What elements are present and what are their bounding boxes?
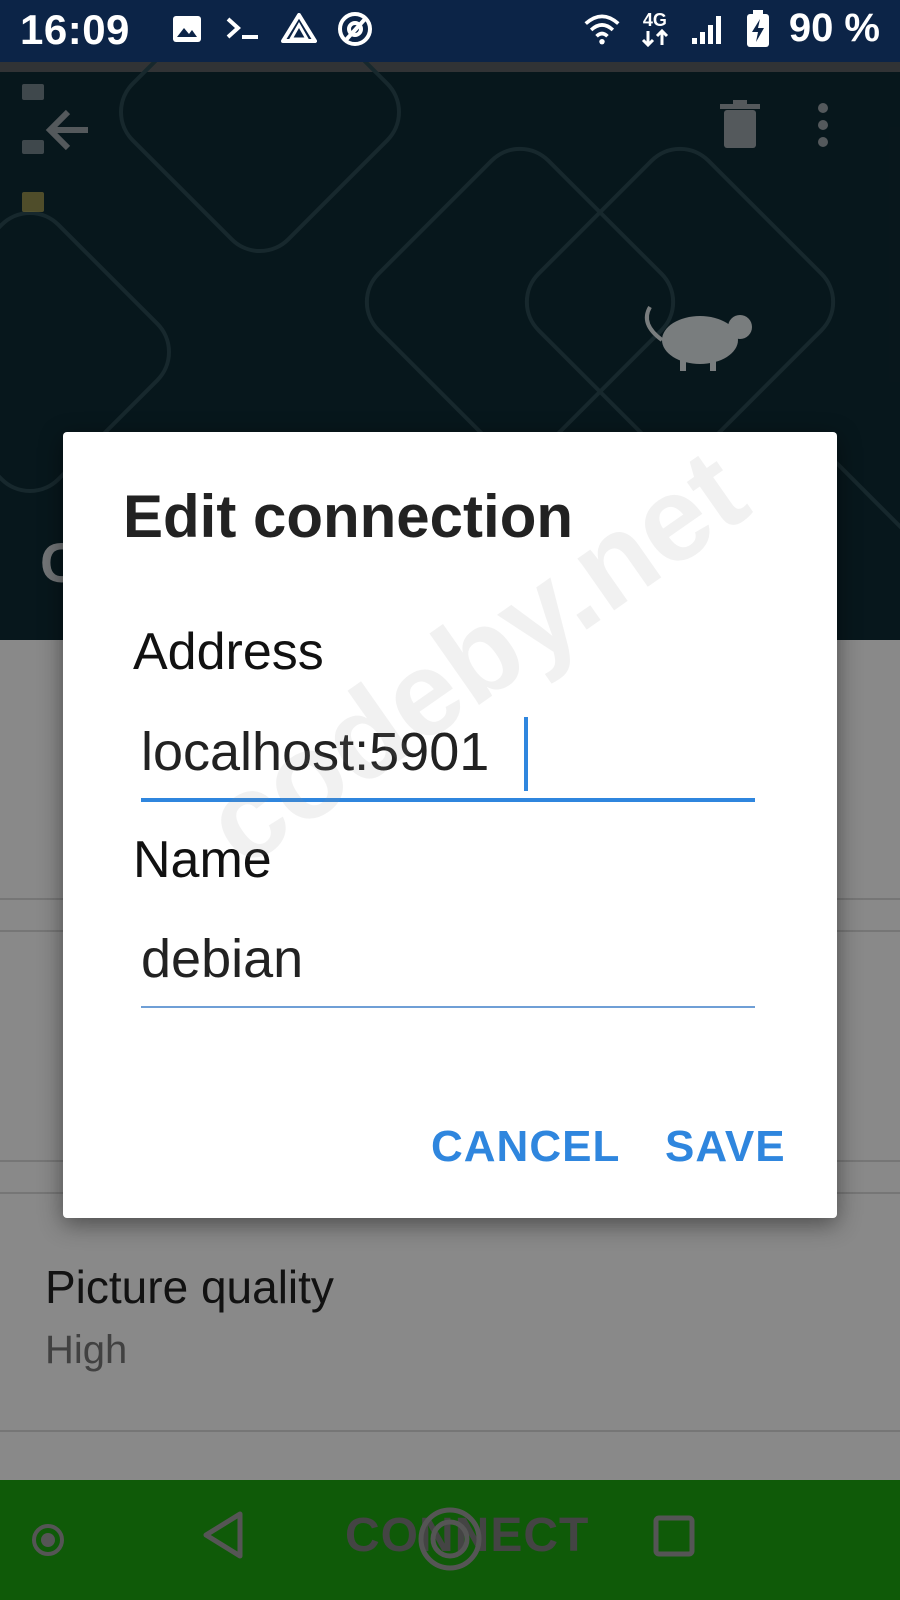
battery-percent: 90 %: [788, 6, 880, 50]
address-label: Address: [133, 623, 324, 681]
recents-icon[interactable]: [652, 1514, 696, 1563]
status-left-icons: [168, 10, 374, 48]
image-icon: [168, 10, 206, 48]
vpn-icon: [336, 10, 374, 48]
status-right-icons: 4G 90 %: [583, 6, 880, 51]
status-bar: 16:09 4G 90 %: [0, 0, 900, 62]
dialog-title: Edit connection: [123, 483, 573, 550]
terminal-icon: [224, 10, 262, 48]
cancel-button[interactable]: CANCEL: [431, 1122, 620, 1172]
save-button[interactable]: SAVE: [665, 1122, 786, 1172]
dot-icon[interactable]: [30, 1522, 66, 1563]
battery-charging-icon: [739, 9, 777, 48]
nav-back-icon[interactable]: [200, 1510, 246, 1565]
name-underline: [141, 1006, 755, 1008]
wifi-icon: [583, 10, 621, 48]
signal-icon: [689, 10, 727, 48]
bottom-bar: CONNECT: [0, 1480, 900, 1600]
drive-icon: [280, 10, 318, 48]
text-caret: [524, 717, 528, 791]
name-input[interactable]: [141, 924, 755, 994]
mobile-data-icon: 4G: [633, 10, 677, 48]
status-time: 16:09: [20, 6, 130, 53]
home-icon[interactable]: [417, 1506, 483, 1577]
